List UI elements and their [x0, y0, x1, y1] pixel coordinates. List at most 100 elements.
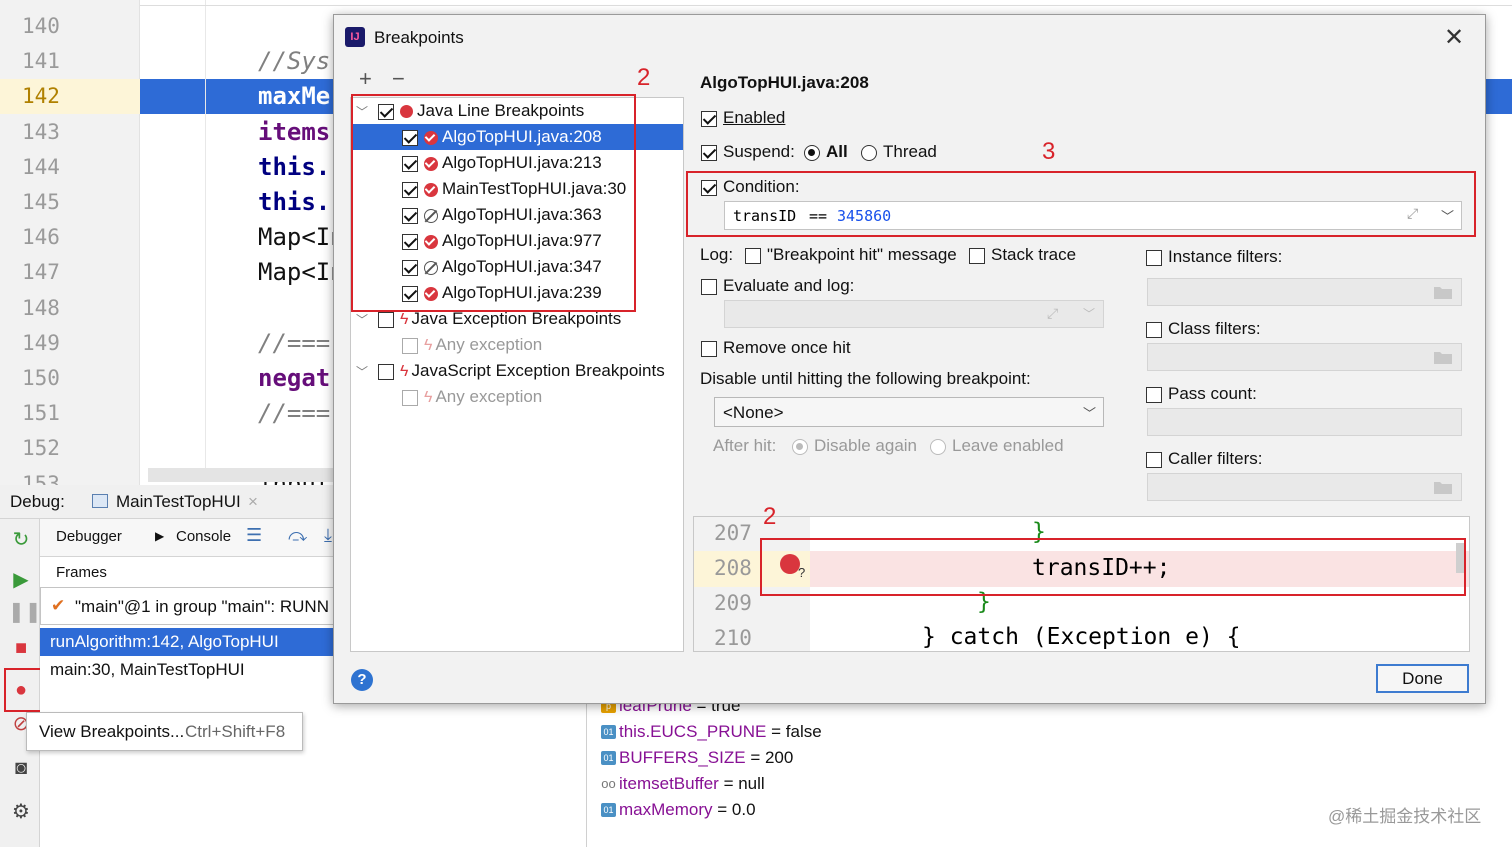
chevron-down-icon[interactable]: ﹀ [1083, 403, 1096, 422]
close-icon[interactable]: ✕ [1444, 23, 1464, 52]
chevron-down-icon[interactable]: ﹀ [1441, 206, 1454, 225]
checkbox[interactable] [402, 155, 418, 172]
leave-enabled-radio[interactable]: Leave enabled [930, 436, 1064, 456]
variable-row[interactable]: oo itemsetBuffer = null [601, 774, 764, 794]
checkbox [1146, 249, 1162, 266]
chevron-down-icon[interactable]: ﹀ [356, 365, 368, 379]
popup-label: View Breakpoints... [39, 722, 185, 741]
checkbox[interactable] [378, 103, 395, 120]
tree-item-breakpoint[interactable]: AlgoTopHUI.java:363 [402, 202, 602, 228]
line-number: 147 [22, 260, 60, 285]
settings-icon[interactable]: ⚙ [8, 799, 34, 825]
frame-row[interactable]: main:30, MainTestTopHUI [40, 656, 340, 684]
preview-line-number: 207 [714, 521, 752, 545]
help-icon[interactable]: ? [351, 669, 373, 691]
add-breakpoint-button[interactable]: + [359, 66, 372, 92]
pass-count-input[interactable] [1147, 408, 1462, 436]
class-filters-checkbox[interactable]: Class filters: [1146, 319, 1261, 339]
suspend-checkbox[interactable]: Suspend: [701, 142, 795, 162]
checkbox[interactable] [402, 285, 418, 302]
tab-console[interactable]: Console [176, 528, 231, 545]
tree-item-breakpoint[interactable]: AlgoTopHUI.java:347 [402, 254, 602, 280]
step-into-icon[interactable]: ⤓ [324, 525, 332, 546]
expand-icon[interactable]: ⤢ [1047, 305, 1058, 322]
variable-row[interactable]: 01 maxMemory = 0.0 [601, 800, 756, 820]
variable-type-icon: oo [601, 776, 616, 791]
view-breakpoints-icon[interactable]: ● [8, 677, 34, 703]
remove-once-checkbox[interactable]: Remove once hit [701, 338, 851, 358]
camera-icon[interactable]: ◙ [8, 755, 34, 781]
tree-item-breakpoint[interactable]: MainTestTopHUI.java:30 [402, 176, 626, 202]
resume-icon[interactable]: ▶ [8, 567, 34, 593]
evaluate-checkbox[interactable]: Evaluate and log: [701, 276, 854, 296]
intellij-logo-icon: IJ [345, 27, 365, 47]
line-number: 152 [22, 436, 60, 461]
editor-scrollbar[interactable] [148, 468, 338, 482]
checkbox[interactable] [378, 363, 395, 380]
remove-breakpoint-button[interactable]: − [392, 66, 405, 92]
thread-dropdown[interactable]: ✔ "main"@1 in group "main": RUNN [40, 587, 340, 625]
condition-input[interactable]: transID == 345860 ⤢ ﹀ [724, 201, 1462, 230]
checkbox[interactable] [378, 311, 395, 328]
chevron-down-icon[interactable]: ﹀ [356, 105, 368, 119]
tree-item-any-exception[interactable]: ϟ Any exception [402, 384, 542, 410]
session-tab[interactable]: MainTestTopHUI [116, 492, 241, 512]
checkbox[interactable] [402, 129, 418, 146]
select-value: <None> [723, 403, 784, 422]
disable-until-select[interactable]: <None> ﹀ [714, 397, 1104, 427]
menu-icon[interactable]: ☰ [246, 525, 262, 546]
suspend-all-radio[interactable]: All [804, 142, 848, 162]
tree-item-breakpoint[interactable]: AlgoTopHUI.java:213 [402, 150, 602, 176]
folder-icon[interactable] [1433, 479, 1453, 495]
debug-label: Debug: [10, 492, 65, 511]
item-label: AlgoTopHUI.java:208 [442, 127, 602, 146]
tree-item-breakpoint[interactable]: AlgoTopHUI.java:208 [402, 124, 602, 150]
caller-filters-checkbox[interactable]: Caller filters: [1146, 449, 1262, 469]
expand-icon[interactable]: ⤢ [1407, 205, 1418, 222]
debug-toolbar: Debug: MainTestTopHUI × [0, 485, 340, 519]
checkbox[interactable] [402, 259, 418, 276]
checkbox[interactable] [402, 389, 418, 406]
step-over-icon[interactable]: ⤼ [288, 525, 307, 546]
checkbox[interactable] [402, 207, 418, 224]
preview-scrollbar[interactable] [1456, 543, 1464, 573]
checkbox[interactable] [402, 233, 418, 250]
pause-icon[interactable]: ❚❚ [8, 599, 42, 625]
log-message-checkbox[interactable]: "Breakpoint hit" message [745, 245, 957, 265]
checkbox[interactable] [402, 181, 418, 198]
checkbox[interactable] [402, 337, 418, 354]
done-button[interactable]: Done [1376, 664, 1469, 693]
line-number: 143 [22, 119, 60, 144]
chevron-down-icon[interactable]: ﹀ [356, 313, 368, 327]
tab-debugger[interactable]: Debugger [56, 528, 122, 545]
condition-checkbox[interactable]: Condition: [701, 177, 800, 197]
disable-again-radio[interactable]: Disable again [792, 436, 917, 456]
chevron-down-icon[interactable]: ﹀ [1083, 305, 1095, 322]
suspend-thread-radio[interactable]: Thread [861, 142, 937, 162]
tree-item-breakpoint[interactable]: AlgoTopHUI.java:239 [402, 280, 602, 306]
caller-filters-input[interactable] [1147, 473, 1462, 501]
folder-icon[interactable] [1433, 284, 1453, 300]
evaluate-input[interactable]: ⤢ ﹀ [724, 300, 1104, 328]
frame-row-selected[interactable]: runAlgorithm:142, AlgoTopHUI [40, 628, 340, 656]
stop-icon[interactable]: ■ [8, 635, 34, 661]
tree-group-js-exception[interactable]: ﹀ ϟ JavaScript Exception Breakpoints [356, 358, 665, 384]
tree-item-breakpoint[interactable]: AlgoTopHUI.java:977 [402, 228, 602, 254]
instance-filters-checkbox[interactable]: Instance filters: [1146, 247, 1282, 267]
enabled-checkbox[interactable]: Enabled [701, 108, 785, 128]
variable-row[interactable]: 01 BUFFERS_SIZE = 200 [601, 748, 793, 768]
stack-trace-checkbox[interactable]: Stack trace [969, 245, 1076, 265]
variable-row[interactable]: 01 this.EUCS_PRUNE = false [601, 722, 822, 742]
folder-icon[interactable] [1433, 349, 1453, 365]
tree-group-java-exception[interactable]: ﹀ ϟ Java Exception Breakpoints [356, 306, 621, 332]
view-breakpoints-popup[interactable]: View Breakpoints... Ctrl+Shift+F8 [26, 712, 303, 751]
tree-item-any-exception[interactable]: ϟ Any exception [402, 332, 542, 358]
conditional-breakpoint-icon[interactable] [780, 554, 800, 574]
close-tab-icon[interactable]: × [248, 492, 258, 512]
pass-count-checkbox[interactable]: Pass count: [1146, 384, 1257, 404]
instance-filters-input[interactable] [1147, 278, 1462, 306]
tree-group-java-line[interactable]: ﹀ Java Line Breakpoints [356, 98, 584, 124]
class-filters-input[interactable] [1147, 343, 1462, 371]
pass-count-label: Pass count: [1168, 384, 1257, 403]
rerun-icon[interactable]: ↻ [8, 527, 34, 553]
